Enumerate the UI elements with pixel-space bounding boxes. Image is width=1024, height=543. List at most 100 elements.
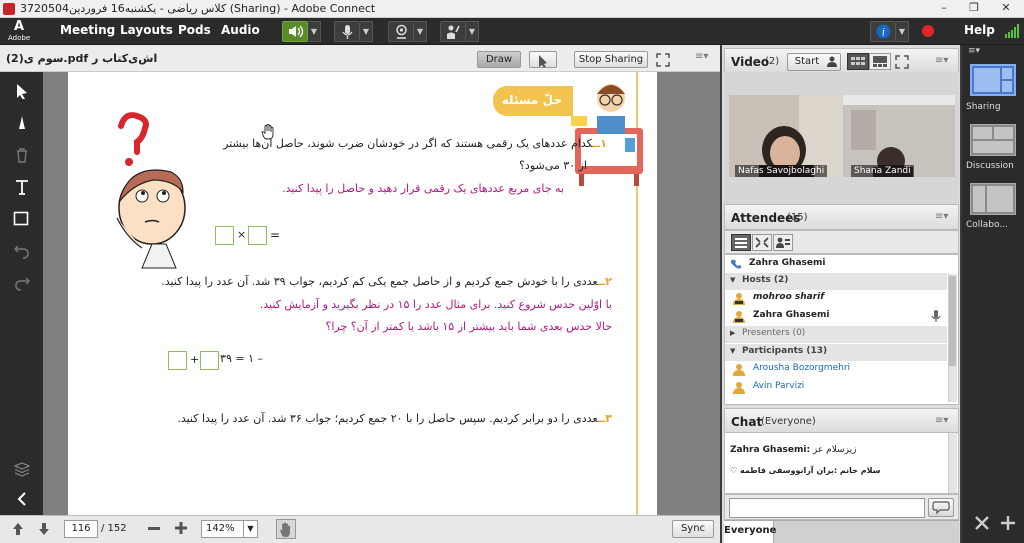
pencil-tool-icon[interactable] <box>8 110 36 136</box>
page-total: / 152 <box>101 523 127 534</box>
collapse-arrow-icon: ▼ <box>730 347 736 355</box>
answer-box[interactable] <box>215 226 234 245</box>
sync-button[interactable]: Sync <box>672 520 714 538</box>
hosts-section-header[interactable]: ▼ Hosts (2) <box>725 273 947 290</box>
attendees-view-bar <box>724 230 959 254</box>
start-webcam-button[interactable]: Start <box>787 53 841 71</box>
filmstrip-view-button[interactable] <box>869 53 891 70</box>
layout-thumbnail-sharing[interactable] <box>970 64 1016 96</box>
page-number-input[interactable]: 116 <box>64 520 98 538</box>
pointer-button[interactable] <box>529 51 557 68</box>
grid-view-button[interactable] <box>847 53 869 70</box>
answer-box[interactable] <box>248 226 267 245</box>
collapse-toolbar-icon[interactable] <box>8 486 36 512</box>
collapse-arrow-icon: ▼ <box>730 276 736 284</box>
selection-tool-icon[interactable] <box>8 78 36 104</box>
zoom-in-icon[interactable] <box>175 522 187 534</box>
question-1-line-2: از ۳۰ می‌شود؟ <box>519 159 587 172</box>
participants-section-header[interactable]: ▼ Participants (13) <box>725 344 947 361</box>
menu-layouts[interactable]: Layouts <box>120 23 173 37</box>
attendee-row[interactable]: mohroo sharif <box>725 290 947 307</box>
info-button[interactable]: i <box>870 21 896 42</box>
layout-thumbnail-discussion[interactable] <box>970 124 1016 156</box>
attendees-pod-menu-icon[interactable]: ≡▾ <box>935 211 948 222</box>
next-page-icon[interactable] <box>38 522 50 536</box>
menu-pods[interactable]: Pods <box>178 23 211 37</box>
chat-scope: (Everyone) <box>761 416 816 427</box>
video-fullscreen-icon[interactable] <box>895 55 909 69</box>
info-dropdown[interactable]: ▼ <box>896 21 909 42</box>
list-view-icon <box>735 238 747 248</box>
maximize-button[interactable]: ❐ <box>960 1 988 17</box>
speaker-button[interactable] <box>282 21 308 42</box>
answer-box[interactable] <box>200 351 219 370</box>
microphone-button[interactable] <box>334 21 360 42</box>
answer-box[interactable] <box>168 351 187 370</box>
layout-label: Discussion <box>966 161 1014 171</box>
layouts-menu-icon[interactable]: ≡▾ <box>968 46 980 56</box>
send-message-button[interactable] <box>928 498 954 517</box>
current-user-name: Zahra Ghasemi <box>749 258 826 268</box>
raise-hand-button[interactable] <box>440 21 466 42</box>
attendee-row[interactable]: Arousha Bozorgmehri <box>725 361 947 378</box>
undo-icon[interactable] <box>8 238 36 264</box>
status-view-button[interactable] <box>773 234 793 251</box>
draw-button[interactable]: Draw <box>477 51 521 68</box>
video-pod-header: Video (2) Start ≡▾ <box>724 48 959 74</box>
chat-messages: Zahra Ghasemi: زیزسلام عز ♡ سلام خانم :ب… <box>724 432 959 494</box>
text-tool-icon[interactable] <box>8 174 36 200</box>
menu-meeting[interactable]: Meeting <box>60 23 115 37</box>
participant-user-icon <box>733 364 745 376</box>
zoom-out-icon[interactable] <box>148 527 160 531</box>
pointer-icon <box>539 55 547 68</box>
layout-thumbnail-collaboration[interactable] <box>970 183 1016 215</box>
presenters-section-header[interactable]: ▶ Presenters (0) <box>725 326 947 343</box>
question-3-line-1: ۳ــعددی را دو برابر کردیم. سپس حاصل را ب… <box>177 412 612 425</box>
layout-tools-icon[interactable] <box>974 515 990 531</box>
delete-tool-icon[interactable] <box>8 142 36 168</box>
status-dropdown[interactable]: ▼ <box>466 21 479 42</box>
previous-page-icon[interactable] <box>12 522 24 536</box>
pod-options-menu-icon[interactable]: ≡▾ <box>695 51 708 62</box>
microphone-dropdown[interactable]: ▼ <box>360 21 373 42</box>
question-1-hint: به جای مربع عددهای یک رقمی قرار دهید و ح… <box>282 182 564 195</box>
section-badge-label: حلّ مسئله <box>501 93 562 107</box>
menu-help[interactable]: Help <box>964 23 995 37</box>
grid-view-icon <box>851 57 865 65</box>
webcam-button[interactable] <box>388 21 414 42</box>
chat-message-input[interactable] <box>729 498 925 518</box>
drawing-toolbar <box>0 72 43 515</box>
list-view-button[interactable] <box>731 234 751 251</box>
add-layout-icon[interactable] <box>1000 515 1016 531</box>
multiply-sign: × <box>237 228 247 241</box>
attendee-row[interactable]: Zahra Ghasemi <box>725 308 947 325</box>
chat-tab-everyone[interactable]: Everyone <box>724 521 776 543</box>
attendee-scrollbar-thumb[interactable] <box>949 276 956 366</box>
fullscreen-icon[interactable] <box>656 53 670 67</box>
participant-user-icon <box>733 382 745 394</box>
attendees-pod-header: Attendees (15) ≡▾ <box>724 204 959 230</box>
webcam-dropdown[interactable]: ▼ <box>414 21 427 42</box>
breakout-view-button[interactable] <box>752 234 772 251</box>
host-user-icon <box>733 293 745 305</box>
video-name-label: Nafas Savojbolaghi <box>735 165 828 177</box>
speaker-dropdown[interactable]: ▼ <box>308 21 321 42</box>
stop-sharing-button[interactable]: Stop Sharing <box>574 51 648 68</box>
minimize-button[interactable]: – <box>930 1 958 17</box>
shape-tool-icon[interactable] <box>8 206 36 232</box>
pan-hand-icon <box>280 522 290 537</box>
attendee-row[interactable]: Avin Parvizi <box>725 379 947 396</box>
video-pod-menu-icon[interactable]: ≡▾ <box>935 55 948 66</box>
menu-audio[interactable]: Audio <box>221 23 260 37</box>
recording-indicator-icon[interactable] <box>922 25 934 37</box>
pan-hand-button[interactable] <box>276 519 296 539</box>
zoom-select[interactable]: 142% ▼ <box>201 520 258 538</box>
layout-preview-icon <box>973 186 1013 212</box>
equals-sign: = <box>270 228 281 242</box>
chat-scrollbar[interactable] <box>948 433 957 493</box>
layers-icon[interactable] <box>8 456 36 482</box>
window-titlebar: 3720504کلاس ریاضی - یکشنبه16 فروردین (Sh… <box>0 0 1024 18</box>
redo-icon[interactable] <box>8 270 36 296</box>
close-window-button[interactable]: ✕ <box>992 1 1020 17</box>
chat-pod-menu-icon[interactable]: ≡▾ <box>935 415 948 426</box>
